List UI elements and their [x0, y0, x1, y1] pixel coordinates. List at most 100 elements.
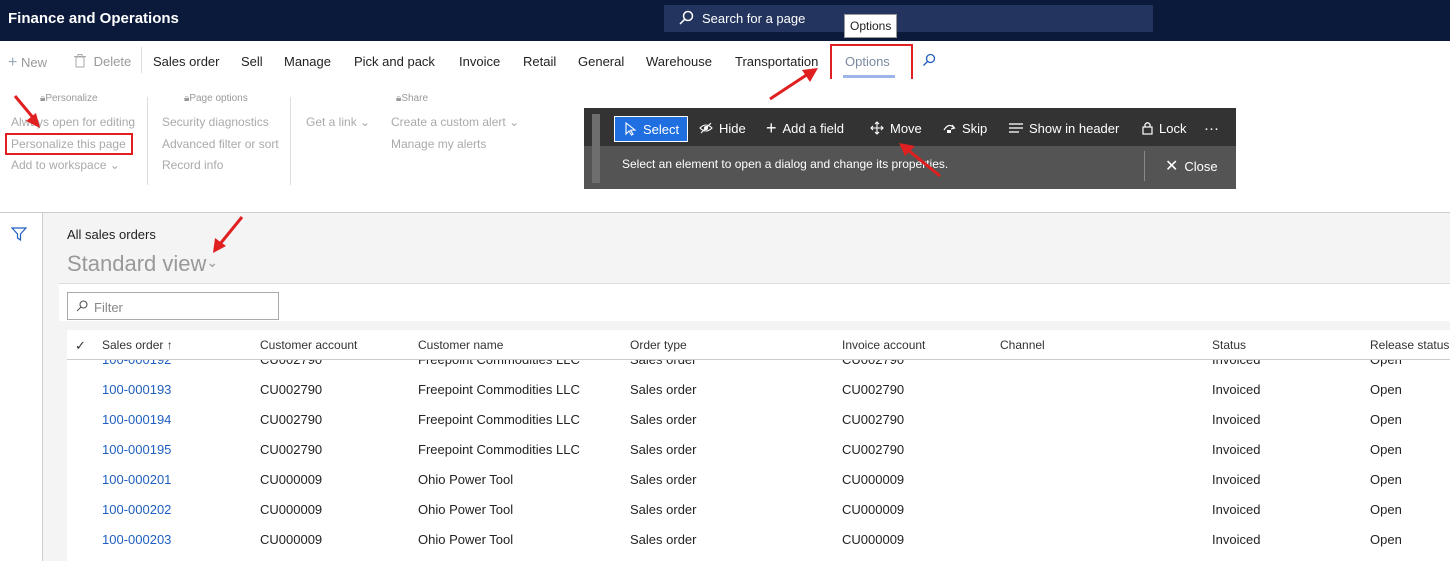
plus-icon: + — [8, 54, 18, 71]
chevron-down-icon: ⌄ — [109, 158, 120, 172]
filter-input[interactable]: Filter — [67, 292, 279, 320]
order-type-cell: Sales order — [630, 442, 697, 457]
status-cell: Invoiced — [1212, 382, 1261, 397]
add-to-workspace[interactable]: Add to workspace ⌄ — [11, 158, 120, 172]
status-cell: Invoiced — [1212, 472, 1261, 487]
toolbar-hint: Select an element to open a dialog and c… — [622, 157, 949, 171]
sales-order-link[interactable]: 100-000195 — [102, 442, 171, 457]
customer-name-cell: Ohio Power Tool — [418, 532, 514, 547]
personalize-highlight-box — [5, 133, 133, 155]
lock-button[interactable]: Lock — [1142, 117, 1186, 139]
personalization-toolbar: Select Hide + Add a field Move Skip Show… — [584, 108, 1236, 189]
invoice-account-cell: CU000009 — [842, 502, 905, 517]
col-customer-account[interactable]: Customer account — [260, 338, 357, 352]
tab-transportation[interactable]: Transportation — [735, 54, 818, 69]
view-name: Standard view — [67, 251, 207, 276]
close-button[interactable]: ✕ Close — [1144, 151, 1218, 181]
select-button[interactable]: Select — [614, 116, 689, 142]
invoice-account-cell: CU002790 — [842, 412, 905, 427]
order-type-cell: Sales order — [630, 472, 697, 487]
sales-order-link[interactable]: 100-000203 — [102, 532, 171, 547]
chevron-down-icon: ⌄ — [509, 115, 520, 129]
tab-pick-and-pack[interactable]: Pick and pack — [354, 54, 435, 69]
always-open-for-editing[interactable]: Always open for editing — [11, 115, 135, 129]
get-a-link[interactable]: Get a link ⌄ — [306, 115, 370, 129]
new-button[interactable]: + New — [8, 54, 47, 72]
release-status-cell: Open — [1370, 382, 1402, 397]
add-a-field-button[interactable]: + Add a field — [766, 117, 844, 139]
content-area: All sales orders Standard view⌄ Filter ✓… — [43, 213, 1450, 561]
record-info[interactable]: Record info — [162, 158, 223, 172]
security-diagnostics[interactable]: Security diagnostics — [162, 115, 269, 129]
divider — [141, 47, 142, 73]
invoice-account-cell: CU002790 — [842, 442, 905, 457]
header-icon — [1009, 123, 1023, 133]
skip-button[interactable]: Skip — [942, 117, 987, 139]
hide-button[interactable]: Hide — [699, 117, 746, 139]
customer-account-cell: CU002790 — [260, 442, 323, 457]
release-status-cell: Open — [1370, 412, 1402, 427]
tab-retail[interactable]: Retail — [523, 54, 556, 69]
tab-general[interactable]: General — [578, 54, 624, 69]
delete-button[interactable]: Delete — [74, 54, 131, 69]
drag-handle[interactable] — [592, 114, 600, 183]
sales-orders-grid: ✓ Sales order ↑ Customer account Custome… — [67, 330, 1450, 561]
tab-invoice[interactable]: Invoice — [459, 54, 500, 69]
more-options-button[interactable]: ··· — [1204, 117, 1219, 139]
col-customer-name[interactable]: Customer name — [418, 338, 503, 352]
status-cell: Invoiced — [1212, 502, 1261, 517]
plus-icon: + — [766, 118, 777, 138]
col-status[interactable]: Status — [1212, 338, 1246, 352]
sales-order-link[interactable]: 100-000201 — [102, 472, 171, 487]
release-status-cell: Open — [1370, 442, 1402, 457]
page-options-group-header: 🔒︎Page options — [184, 93, 248, 104]
col-release-status[interactable]: Release status — [1370, 338, 1449, 352]
search-box[interactable]: Search for a page — [664, 5, 1153, 32]
table-row[interactable]: 100-000202 CU000009 Ohio Power Tool Sales o… — [67, 495, 1450, 525]
customer-name-cell: Freepoint Commodities LLC — [418, 382, 580, 397]
app-title[interactable]: Finance and Operations — [8, 10, 179, 27]
chevron-down-icon: ⌄ — [206, 254, 219, 270]
table-row[interactable]: 100-000194 CU002790 Freepoint Commodities … — [67, 405, 1450, 435]
create-a-custom-alert[interactable]: Create a custom alert ⌄ — [391, 115, 519, 129]
move-button[interactable]: Move — [870, 117, 922, 139]
sales-order-link[interactable]: 100-000202 — [102, 502, 171, 517]
col-channel[interactable]: Channel — [1000, 338, 1045, 352]
customer-account-cell: CU002790 — [260, 412, 323, 427]
sales-order-link[interactable]: 100-000194 — [102, 412, 171, 427]
col-order-type[interactable]: Order type — [630, 338, 687, 352]
divider — [290, 97, 291, 185]
table-row[interactable]: 100-000201 CU000009 Ohio Power Tool Sales o… — [67, 465, 1450, 495]
customer-account-cell: CU002790 — [260, 382, 323, 397]
share-group-header: 🔒︎Share — [396, 93, 429, 104]
release-status-cell: Open — [1370, 532, 1402, 547]
lock-icon — [1142, 122, 1153, 135]
release-status-cell: Open — [1370, 472, 1402, 487]
table-row[interactable]: 100-000193 CU002790 Freepoint Commodities … — [67, 375, 1450, 405]
col-sales-order[interactable]: Sales order ↑ — [102, 338, 173, 352]
table-row[interactable]: 100-000203 CU000009 Ohio Power Tool Sales o… — [67, 525, 1450, 555]
tab-manage[interactable]: Manage — [284, 54, 331, 69]
view-selector[interactable]: Standard view⌄ — [67, 251, 218, 277]
tab-sales-order[interactable]: Sales order — [153, 54, 219, 69]
order-type-cell: Sales order — [630, 412, 697, 427]
advanced-filter-or-sort[interactable]: Advanced filter or sort — [162, 137, 279, 151]
top-nav-bar: Finance and Operations Search for a page — [0, 0, 1450, 41]
customer-name-cell: Ohio Power Tool — [418, 472, 514, 487]
show-in-header-button[interactable]: Show in header — [1009, 117, 1119, 139]
search-actions-icon[interactable] — [922, 53, 936, 67]
select-all-checkmark-icon[interactable]: ✓ — [75, 338, 86, 354]
new-label: New — [20, 55, 47, 70]
order-type-cell: Sales order — [630, 502, 697, 517]
customer-name-cell: Freepoint Commodities LLC — [418, 412, 580, 427]
close-icon: ✕ — [1165, 158, 1179, 175]
tab-warehouse[interactable]: Warehouse — [646, 54, 712, 69]
status-cell: Invoiced — [1212, 532, 1261, 547]
manage-my-alerts[interactable]: Manage my alerts — [391, 137, 486, 151]
col-invoice-account[interactable]: Invoice account — [842, 338, 925, 352]
invoice-account-cell: CU002790 — [842, 382, 905, 397]
table-row[interactable]: 100-000195 CU002790 Freepoint Commodities … — [67, 435, 1450, 465]
filter-pane-icon[interactable] — [11, 227, 27, 241]
tab-sell[interactable]: Sell — [241, 54, 263, 69]
sales-order-link[interactable]: 100-000193 — [102, 382, 171, 397]
